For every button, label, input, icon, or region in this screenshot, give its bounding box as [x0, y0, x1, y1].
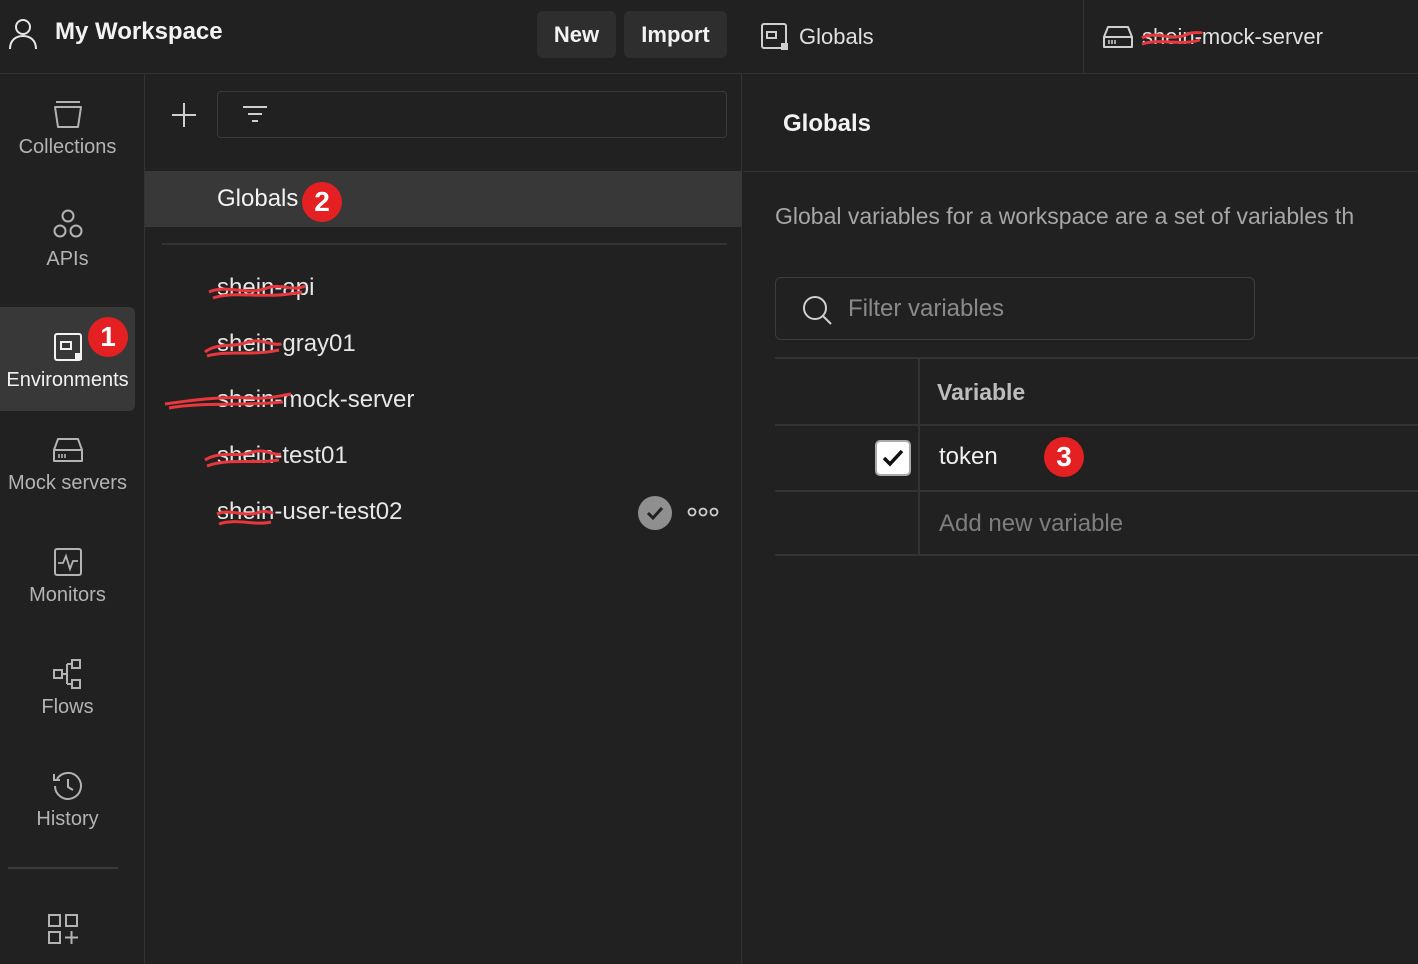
environment-item[interactable]: shein-user-test02 [145, 486, 742, 542]
sidebar-item-label: History [36, 808, 99, 830]
column-header-variable: Variable [937, 379, 1026, 405]
environment-item[interactable]: shein-api [145, 262, 742, 318]
variable-enabled-checkbox[interactable] [875, 440, 911, 476]
sidebar-item-label: Environments [6, 369, 129, 391]
page-title: Globals [783, 110, 872, 137]
apis-icon [53, 209, 82, 238]
environment-item-label: shein-mock-server [217, 386, 415, 413]
variables-table: Variable token Add new variable [775, 357, 1418, 556]
environment-list-divider [162, 243, 727, 245]
search-icon [803, 296, 832, 325]
sidebar-divider [8, 867, 118, 869]
sidebar-item-label: Monitors [29, 584, 106, 606]
annotation-badge-2: 2 [302, 182, 342, 222]
workspace-header: My Workspace New Import [0, 0, 742, 74]
history-icon [52, 771, 82, 800]
table-header-row: Variable [775, 357, 1418, 424]
mock-servers-icon [52, 438, 83, 462]
import-button[interactable]: Import [624, 11, 727, 58]
tab-bar: Globals shein-mock-server [743, 0, 1418, 74]
row-checkbox-cell [775, 426, 920, 490]
sidebar-item-flows[interactable]: Flows [0, 634, 135, 738]
sidebar-item-label: Collections [18, 136, 117, 158]
environment-item[interactable]: shein-gray01 [145, 318, 742, 374]
tab-label: shein-mock-server [1142, 24, 1323, 49]
environment-item-globals[interactable]: Globals [145, 171, 742, 227]
globals-description: Global variables for a workspace are a s… [775, 203, 1355, 229]
environment-item[interactable]: shein-mock-server [145, 374, 742, 430]
sidebar-item-label: Flows [41, 696, 94, 718]
user-icon[interactable] [8, 18, 38, 50]
environments-icon [53, 333, 82, 361]
sidebar-item-apis[interactable]: APIs [0, 186, 135, 290]
app-window: My Workspace New Import Collections APIs [0, 0, 1418, 964]
variable-name[interactable]: token [939, 443, 998, 471]
workspace-title[interactable]: My Workspace [55, 18, 223, 46]
sidebar: Collections APIs Environments Mock serve… [0, 74, 145, 964]
filter-variables-input[interactable] [848, 288, 1238, 330]
sidebar-item-history[interactable]: History [0, 746, 135, 850]
new-button[interactable]: New [537, 11, 616, 58]
environment-item[interactable]: shein-test01 [145, 430, 742, 486]
globals-label: Globals [217, 185, 299, 212]
sidebar-item-label: APIs [46, 248, 89, 270]
filter-variables-field[interactable] [775, 277, 1255, 340]
environment-filter-input[interactable] [217, 91, 727, 138]
annotation-badge-1: 1 [88, 317, 128, 357]
table-row-add[interactable]: Add new variable [775, 490, 1418, 556]
sidebar-item-label: Mock servers [8, 472, 127, 494]
more-options-icon[interactable] [687, 504, 719, 520]
environment-item-label: shein-user-test02 [217, 498, 403, 525]
collections-icon [53, 101, 82, 128]
filter-icon [243, 106, 267, 122]
sidebar-item-monitors[interactable]: Monitors [0, 522, 135, 626]
monitors-icon [53, 548, 82, 576]
environment-item-label: shein-gray01 [217, 330, 356, 357]
tab-globals[interactable]: Globals [743, 0, 1084, 74]
header-checkbox-cell [775, 359, 920, 424]
add-apps-icon[interactable] [44, 910, 82, 948]
sidebar-item-collections[interactable]: Collections [0, 74, 135, 178]
environment-item-label: shein-api [217, 274, 315, 301]
add-new-variable-input[interactable]: Add new variable [939, 510, 1123, 538]
table-row[interactable]: token [775, 424, 1418, 490]
plus-icon[interactable] [167, 98, 201, 132]
content-header: Globals [743, 74, 1418, 172]
environment-icon [761, 23, 788, 50]
tab-label: Globals [799, 24, 874, 49]
tab-mock-server[interactable]: shein-mock-server [1084, 0, 1418, 74]
environment-item-label: shein-test01 [217, 442, 348, 469]
annotation-badge-3: 3 [1044, 437, 1084, 477]
flows-icon [52, 659, 81, 689]
mock-server-icon [1103, 26, 1133, 48]
environments-panel: Globals shein-api shein-gray01 shein-moc… [145, 74, 742, 964]
active-environment-check-icon[interactable] [638, 496, 672, 530]
sidebar-item-mock-servers[interactable]: Mock servers [0, 410, 135, 514]
row-checkbox-cell [775, 492, 920, 554]
